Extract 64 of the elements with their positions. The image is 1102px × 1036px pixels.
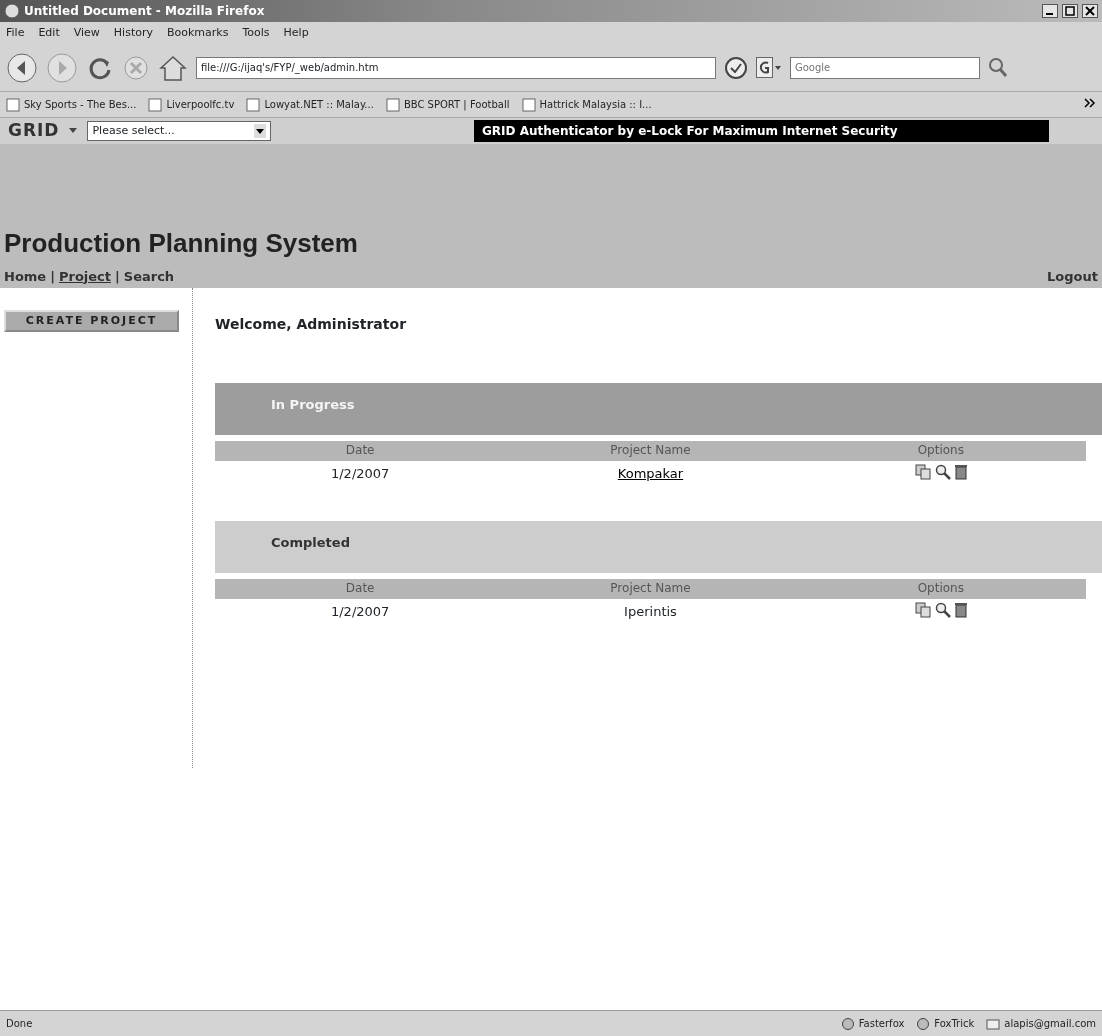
name-link[interactable]: Kompakar	[617, 466, 684, 481]
copy-icon[interactable]	[914, 602, 931, 618]
welcome-text: Welcome, Administrator	[215, 315, 408, 334]
page-icon	[148, 97, 163, 112]
bookmark-link[interactable]: Lowyat.NET :: Malay...	[246, 97, 374, 112]
column-header: Date	[344, 442, 376, 459]
logout-link[interactable]: Logout	[1047, 266, 1098, 286]
section-header: In Progress	[215, 383, 1102, 435]
bookmark-link[interactable]: Liverpoolfc.tv	[148, 97, 235, 112]
search-engine-icon[interactable]	[756, 56, 782, 79]
project-name-cell: Iperintis	[624, 604, 677, 619]
date-cell: 1/2/2007	[330, 466, 390, 481]
date-cell: 1/2/2007	[330, 604, 390, 619]
status-item[interactable]: FoxTrick	[916, 1016, 975, 1031]
page-icon	[246, 97, 261, 112]
search-icon[interactable]	[934, 464, 951, 480]
caret-icon	[254, 124, 267, 138]
menu-item[interactable]: History	[113, 24, 153, 42]
security-banner: GRID Authenticator by e-Lock For Maximum Internet Security	[474, 120, 1049, 142]
status-item[interactable]: Fasterfox	[840, 1016, 905, 1031]
menu-item[interactable]: Bookmarks	[167, 24, 229, 42]
bookmark-link[interactable]: Hattrick Malaysia :: I...	[521, 97, 652, 112]
column-header: Project Name	[609, 442, 692, 459]
address-field[interactable]: file:///G:/ijaq's/FYP/_web/admin.htm	[196, 56, 716, 79]
minimize-icon[interactable]	[1042, 4, 1058, 18]
nav-link[interactable]: Project	[58, 266, 111, 286]
column-header: Options	[916, 442, 965, 459]
page-icon	[385, 97, 400, 112]
column-header: Project Name	[609, 580, 692, 597]
go-icon[interactable]	[724, 55, 748, 80]
menu-item[interactable]: Edit	[38, 24, 60, 42]
mail-icon	[986, 1016, 1001, 1031]
page-title: Production Planning System	[4, 226, 359, 260]
nav-link[interactable]: Home	[4, 266, 47, 286]
separator: |	[50, 267, 55, 286]
column-header: Date	[344, 580, 376, 597]
close-icon[interactable]	[1082, 4, 1098, 18]
status-text: Done	[6, 1017, 33, 1031]
menu-item[interactable]: View	[73, 24, 100, 42]
page-icon	[521, 97, 536, 112]
trash-icon[interactable]	[954, 602, 967, 618]
bookmark-link[interactable]: BBC SPORT | Football	[385, 97, 510, 112]
menu-item[interactable]: Help	[283, 24, 309, 42]
back-icon[interactable]	[6, 51, 38, 84]
create-project-button[interactable]: CREATE PROJECT	[4, 310, 179, 332]
bookmark-link[interactable]: Sky Sports - The Bes...	[6, 97, 137, 112]
caret-icon	[69, 128, 78, 134]
maximize-icon[interactable]	[1062, 4, 1078, 18]
nav-link[interactable]: Search	[123, 266, 175, 286]
copy-icon[interactable]	[914, 464, 931, 480]
menu-item[interactable]: File	[6, 24, 25, 42]
section-header: Completed	[215, 521, 1102, 573]
separator: |	[115, 267, 120, 286]
chevron-icon[interactable]	[1084, 98, 1096, 108]
page-icon	[6, 97, 20, 112]
search-icon[interactable]	[934, 602, 951, 618]
column-header: Options	[916, 580, 965, 597]
window-title: Untitled Document - Mozilla Firefox	[24, 3, 265, 20]
select-field[interactable]: Please select...	[87, 121, 272, 141]
grid-logo[interactable]: GRID	[8, 118, 60, 144]
search-field[interactable]: Google	[790, 56, 980, 79]
menu-item[interactable]: Tools	[242, 24, 270, 42]
trash-icon[interactable]	[954, 464, 967, 480]
status-item[interactable]: alapis@gmail.com	[986, 1016, 1096, 1031]
